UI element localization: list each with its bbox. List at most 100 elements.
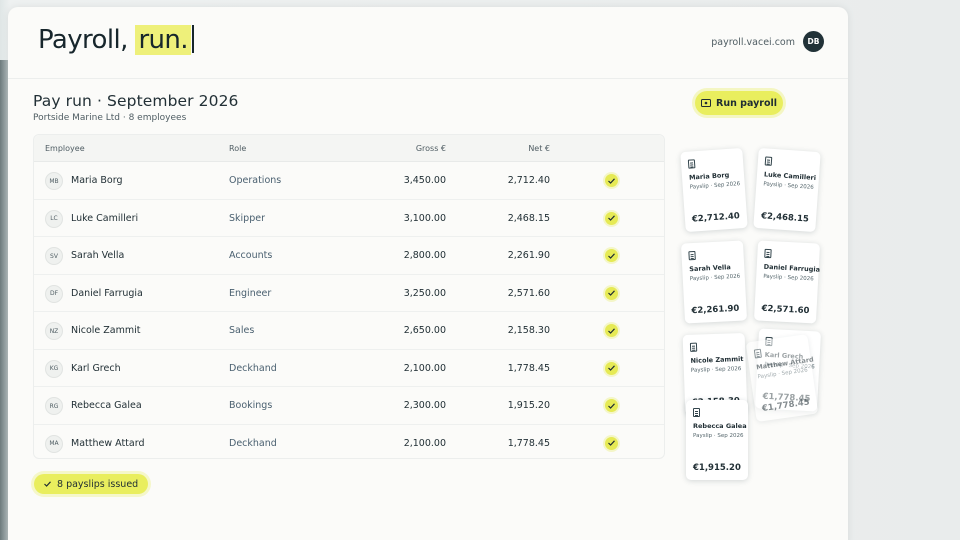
status-check-icon [605,436,618,450]
employee-role: Sales [229,325,255,336]
run-payroll-label: Run payroll [716,97,777,109]
logo-highlight: run. [135,25,191,55]
employee-name: Sarah Vella [71,250,125,261]
top-bar: Payroll, run. payroll.vacei.com DB [8,7,848,79]
gross-amount: 2,650.00 [403,325,446,336]
table-row[interactable]: KG Karl Grech Deckhand 2,100.00 1,778.45 [34,350,664,387]
employee-initials-avatar: NZ [45,322,63,340]
employee-name: Daniel Farrugia [71,287,143,299]
employee-role: Accounts [229,250,273,261]
text-caret [191,25,194,53]
page-subtitle: Portside Marine Ltd · 8 employees [33,113,187,123]
column-header-employee[interactable]: Employee [45,144,85,153]
employee-initials-avatar: MA [45,434,63,453]
payslip-card[interactable]: Rebecca Galea Payslip · Sep 2026 €1,915.… [686,400,748,480]
check-icon [44,481,51,487]
table-row[interactable]: NZ Nicole Zammit Sales 2,650.00 2,158.30 [34,312,664,350]
domain-label: payroll.vacei.com [711,37,795,48]
payslip-name: Daniel Farrugia [763,262,821,274]
net-amount: 1,778.45 [507,362,550,374]
table-row[interactable]: RG Rebecca Galea Bookings 2,300.00 1,915… [34,387,664,425]
payslip-amount: €1,915.20 [693,463,741,473]
table-row[interactable]: SV Sarah Vella Accounts 2,800.00 2,261.9… [34,237,664,275]
payslip-period: Payslip · Sep 2026 [763,181,814,191]
payslips-issued-label: 8 payslips issued [57,478,139,490]
column-header-role[interactable]: Role [229,144,246,153]
gross-amount: 2,100.00 [403,362,446,374]
payslip-period: Payslip · Sep 2026 [689,273,741,283]
payslip-amount: €1,778.45 [761,397,811,415]
payslips-issued-badge: 8 payslips issued [34,474,149,494]
employee-role: Deckhand [229,362,277,374]
gross-amount: 2,300.00 [403,400,446,411]
employee-initials-avatar: DF [45,284,63,303]
status-check-icon [605,211,618,225]
payslip-card[interactable]: Daniel Farrugia Payslip · Sep 2026 €2,57… [753,240,821,324]
payslip-name: Sarah Vella [689,263,731,274]
payslip-card[interactable]: Sarah Vella Payslip · Sep 2026 €2,261.90 [680,240,748,324]
net-amount: 2,571.60 [507,287,550,299]
payroll-icon [701,99,711,107]
status-check-icon [605,324,618,337]
payslip-period: Payslip · Sep 2026 [763,273,814,283]
employee-role: Bookings [229,400,273,411]
document-icon [764,156,773,166]
employee-initials-avatar: RG [45,397,63,415]
table-row[interactable]: DF Daniel Farrugia Engineer 3,250.00 2,5… [34,275,664,312]
payslip-name: Rebecca Galea [693,422,747,430]
employee-name: Karl Grech [71,362,121,374]
status-check-icon [605,286,618,300]
user-avatar[interactable]: DB [803,31,824,52]
gross-amount: 2,100.00 [403,437,446,449]
status-check-icon [605,361,618,375]
net-amount: 2,158.30 [507,325,550,336]
net-amount: 2,468.15 [507,212,550,224]
employee-role: Operations [229,175,282,186]
column-header-net[interactable]: Net € [528,144,550,153]
net-amount: 2,712.40 [507,175,550,186]
net-amount: 1,778.45 [507,437,550,449]
employee-name: Matthew Attard [71,437,145,449]
table-row[interactable]: MB Maria Borg Operations 3,450.00 2,712.… [34,162,664,200]
table-row[interactable]: MA Matthew Attard Deckhand 2,100.00 1,77… [34,425,664,463]
gross-amount: 3,100.00 [403,212,446,224]
payslip-amount: €2,712.40 [691,211,741,225]
status-check-icon [605,174,618,187]
gross-amount: 3,250.00 [403,287,446,299]
employee-role: Engineer [229,287,272,299]
payslip-card[interactable]: Luke Camilleri Payslip · Sep 2026 €2,468… [753,147,821,233]
column-header-gross[interactable]: Gross € [416,144,446,153]
payslip-period: Payslip · Sep 2026 [689,181,741,191]
employee-initials-avatar: MB [45,172,63,190]
employee-name: Maria Borg [71,175,123,186]
document-icon [764,248,772,259]
payslip-card[interactable]: Matthew Attard Payslip · Sep 2026 €1,778… [745,334,819,422]
net-amount: 1,915.20 [507,400,550,411]
run-payroll-button[interactable]: Run payroll [695,91,783,115]
employee-name: Nicole Zammit [71,325,141,336]
document-icon [687,159,696,169]
payslip-name: Luke Camilleri [763,170,817,182]
payslip-amount: €2,468.15 [760,211,810,225]
employee-initials-avatar: LC [45,209,63,228]
page-title: Pay run · September 2026 [33,92,239,110]
payslip-amount: €2,261.90 [691,303,740,317]
employee-initials-avatar: KG [45,359,63,378]
gross-amount: 2,800.00 [403,250,446,261]
employee-name: Rebecca Galea [71,400,142,411]
logo: Payroll, run. [38,25,194,55]
employee-initials-avatar: SV [45,247,63,265]
employee-role: Skipper [229,212,265,224]
payslip-period: Payslip · Sep 2026 [690,366,742,374]
document-icon [688,250,696,261]
payslip-period: Payslip · Sep 2026 [693,433,744,439]
net-amount: 2,261.90 [507,250,550,261]
payslip-card[interactable]: Maria Borg Payslip · Sep 2026 €2,712.40 [680,147,748,233]
status-check-icon [605,399,618,412]
employee-table: Employee Role Gross € Net € MB Maria Bor… [33,134,665,459]
gross-amount: 3,450.00 [403,175,446,186]
payslip-name: Maria Borg [688,170,730,182]
table-row[interactable]: LC Luke Camilleri Skipper 3,100.00 2,468… [34,200,664,237]
table-header: Employee Role Gross € Net € [34,135,664,162]
payslip-name: Nicole Zammit [690,355,744,365]
